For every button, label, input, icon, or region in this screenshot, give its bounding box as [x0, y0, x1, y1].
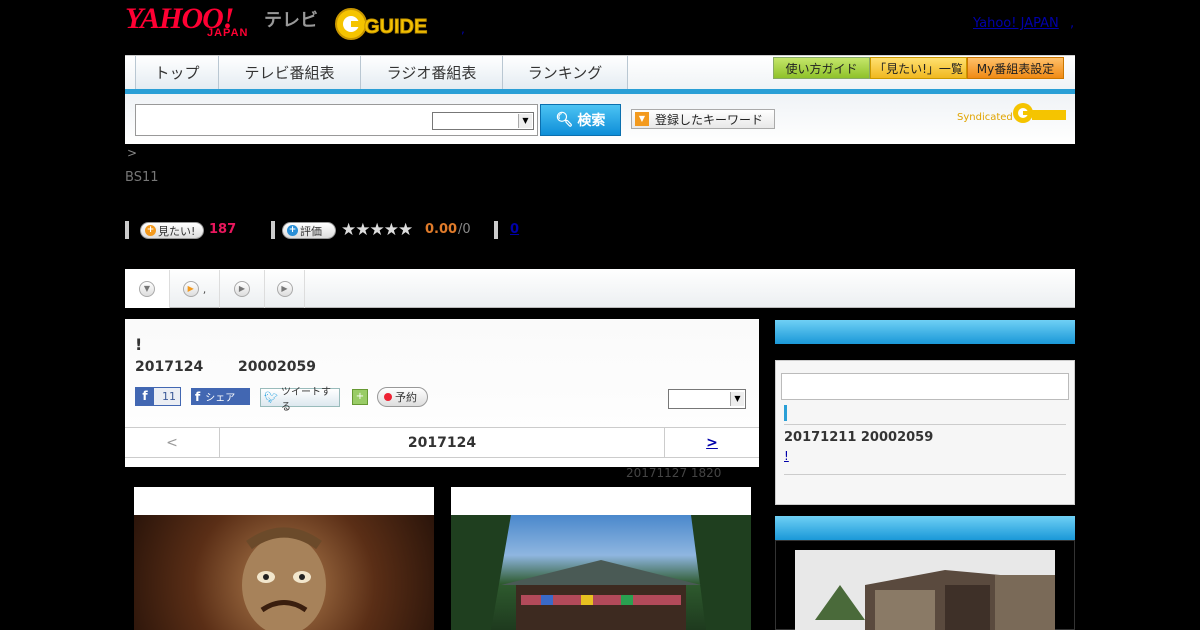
nav-tab-radio-guide[interactable]: ラジオ番組表 [361, 56, 503, 89]
pager-next[interactable]: > [664, 428, 759, 457]
facebook-icon: f [136, 388, 154, 405]
next-broadcast-link[interactable]: ! [784, 449, 789, 463]
program-image-temple[interactable] [451, 515, 751, 630]
yahoo-japan-link[interactable]: Yahoo! JAPAN [973, 16, 1059, 31]
play-icon: ▶ [182, 281, 199, 297]
nav-tab-tv-guide[interactable]: テレビ番組表 [219, 56, 361, 89]
sidebar-next-header [775, 320, 1075, 344]
sidebar-related-image[interactable] [795, 550, 1055, 630]
stat-divider [125, 221, 129, 239]
saved-keywords-label: 登録したキーワード [655, 112, 764, 127]
play-icon: ▶ [276, 281, 293, 297]
chevron-down-icon: ▼ [730, 392, 744, 406]
tab-fourth[interactable]: ▶ [265, 270, 305, 308]
tweet-button[interactable]: 🐦︎ ツイートする [260, 387, 340, 413]
program-date: 2017124 [135, 359, 204, 375]
rating-stars: ★★★★★ [341, 220, 413, 240]
nav-tab-top[interactable]: トップ [135, 56, 219, 89]
breadcrumb[interactable]: > [127, 146, 137, 160]
dropdown-arrow-icon: ▼ [635, 112, 649, 126]
gguide-text: GUIDE [364, 16, 427, 38]
search-icon: 🔍︎ [555, 112, 574, 128]
record-dot-icon [384, 393, 392, 401]
comments-count-link[interactable]: 0 [510, 222, 519, 237]
next-broadcast-date: 20171211 20002059 [784, 430, 934, 445]
program-image-statue[interactable] [134, 515, 434, 630]
tab-third[interactable]: ▶ [220, 270, 265, 308]
page: YAHOO! JAPAN テレビ GUIDE , Yahoo! JAPAN , … [0, 0, 1200, 630]
yahoo-logo-japan: JAPAN [207, 27, 249, 39]
stat-divider [271, 221, 275, 239]
tab-second[interactable]: ▶ , [170, 270, 220, 308]
want-button[interactable]: + 見たい! [140, 222, 204, 239]
rate-button[interactable]: + 評価 [282, 222, 336, 239]
sidebar-search-field[interactable] [781, 373, 1069, 400]
header-separator: , [461, 22, 465, 36]
guide-button[interactable]: 使い方ガイド [773, 57, 870, 79]
divider [784, 474, 1066, 475]
facebook-like-count: 11 [162, 390, 176, 403]
divider [784, 424, 1066, 425]
updated-timestamp: 20171127 1820 [626, 466, 722, 480]
channel-name: BS11 [125, 170, 159, 185]
statue-illustration [242, 527, 326, 630]
stat-divider [494, 221, 498, 239]
street-illustration [795, 550, 1055, 630]
gguide-logo[interactable]: GUIDE [334, 7, 434, 41]
play-icon: ▶ [234, 281, 250, 297]
saved-keywords-button[interactable]: ▼ 登録したキーワード [631, 109, 775, 129]
facebook-icon: f [195, 389, 201, 404]
tab-program-info[interactable]: ▼ [125, 270, 170, 308]
facebook-share-button[interactable]: f シェア [191, 388, 250, 405]
facebook-share-label: シェア [205, 393, 236, 404]
search-button-label: 検索 [577, 113, 606, 129]
rating-count: /0 [458, 222, 471, 237]
gguide-small-logo [1013, 103, 1066, 123]
chevron-down-icon: ▼ [139, 281, 155, 297]
rate-label: 評価 [300, 224, 322, 238]
plus-icon: + [287, 225, 298, 236]
search-category-select[interactable]: ▼ [432, 112, 534, 130]
syndicated-label: Syndicated [957, 112, 1013, 123]
my-guide-settings-button[interactable]: My番組表設定 [967, 57, 1064, 79]
want-list-button[interactable]: 「見たい!」一覧 [870, 57, 967, 79]
facebook-like-button[interactable]: f 11 [135, 387, 181, 406]
tab-second-label: , [202, 282, 207, 296]
rating-score: 0.00 [425, 222, 458, 237]
program-time: 20002059 [238, 359, 316, 375]
program-title: ! [135, 335, 143, 354]
sidebar-related-header [775, 516, 1075, 540]
sidebar-accent-bar [784, 405, 787, 421]
program-action-select[interactable]: ▼ [668, 389, 746, 409]
share-icon[interactable]: + [352, 389, 368, 405]
tweet-label: ツイートする [280, 386, 331, 413]
pager-current-date: 2017124 [407, 434, 477, 451]
search-button[interactable]: 🔍︎ 検索 [540, 104, 621, 136]
temple-illustration [451, 515, 751, 630]
plus-icon: + [145, 225, 156, 236]
header-link-separator: , [1070, 16, 1075, 31]
pager-prev[interactable]: < [125, 428, 220, 457]
nav-tab-ranking[interactable]: ランキング [503, 56, 628, 89]
want-label: 見たい! [158, 224, 196, 238]
reserve-button[interactable]: 予約 [377, 387, 428, 407]
tv-label: テレビ [264, 10, 318, 31]
want-count: 187 [209, 222, 237, 237]
twitter-bird-icon: 🐦︎ [264, 391, 278, 404]
reserve-label: 予約 [395, 391, 417, 404]
chevron-down-icon: ▼ [518, 114, 532, 128]
